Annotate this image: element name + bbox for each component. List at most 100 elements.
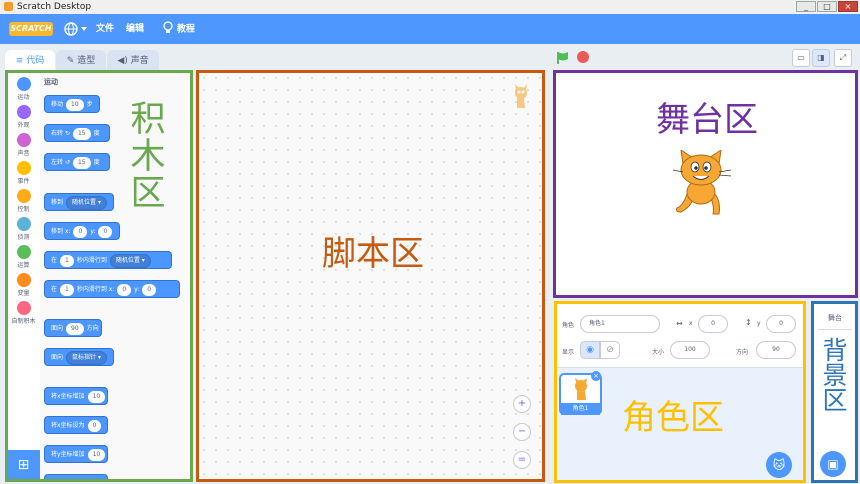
language-menu[interactable] [64, 21, 88, 40]
script-area[interactable]: + − = [198, 72, 543, 480]
close-button[interactable]: × [838, 1, 858, 12]
green-flag-icon [557, 52, 568, 64]
block-turn-right-input[interactable]: 15 [72, 127, 91, 140]
zoom-out-button[interactable]: − [513, 423, 531, 441]
add-sprite-button[interactable]: 🐱 [766, 452, 792, 478]
normal-stage-icon: ◨ [817, 53, 825, 62]
block-point-towards[interactable]: 面向 鼠标指针 ▾ [44, 348, 114, 366]
sprite-thumbnail-icon [515, 84, 527, 108]
script-area-annotation: 脚本区 [322, 234, 424, 274]
sprite-thumbnail-icon [575, 378, 587, 400]
tutorials-menu[interactable]: 教程 [162, 21, 195, 35]
extension-icon: ⊞ [17, 457, 30, 473]
y-label: y [757, 320, 761, 327]
category-control[interactable]: 控制 [7, 189, 40, 213]
tab-code[interactable]: ≡ 代码 [5, 50, 55, 72]
category-variables[interactable]: 变量 [7, 273, 40, 297]
sprite-tile[interactable]: 角色1 × [559, 371, 602, 415]
category-operators[interactable]: 运算 [7, 245, 40, 269]
minimize-button[interactable]: _ [796, 1, 816, 12]
block-move-input[interactable]: 10 [66, 98, 84, 111]
delete-sprite-button[interactable]: × [591, 371, 601, 381]
block-point-direction-input[interactable]: 90 [66, 322, 84, 335]
close-icon: × [593, 372, 599, 380]
sprite-name-input[interactable]: 角色1 [580, 315, 660, 333]
rotate-left-icon: ↺ [64, 159, 70, 166]
block-goto-y-input[interactable]: 0 [98, 225, 113, 238]
menu-bar: SCRATCH 文件 编辑 教程 [0, 14, 860, 44]
stop-button[interactable] [577, 51, 589, 63]
stage-area-annotation: 舞台区 [656, 100, 758, 140]
lightbulb-icon [163, 21, 173, 33]
block-glide-x-input[interactable]: 0 [117, 283, 132, 296]
block-glide-secs-input[interactable]: 1 [60, 254, 74, 267]
category-sensing[interactable]: 侦测 [7, 217, 40, 241]
y-input[interactable]: 0 [766, 315, 796, 333]
edit-menu[interactable]: 编辑 [126, 22, 144, 36]
tab-sounds[interactable]: ◀) 声音 [107, 50, 159, 72]
tab-sounds-label: 声音 [130, 56, 149, 66]
category-looks[interactable]: 外观 [7, 105, 40, 129]
x-input[interactable]: 0 [698, 315, 728, 333]
category-events[interactable]: 事件 [7, 161, 40, 185]
tab-costumes[interactable]: ✎ 造型 [56, 50, 106, 72]
block-turn-right[interactable]: 右转 ↻ 15 度 [44, 124, 110, 142]
block-goto[interactable]: 移到 随机位置 ▾ [44, 193, 114, 211]
size-input[interactable]: 100 [670, 341, 710, 359]
zoom-reset-icon: = [517, 454, 527, 465]
block-change-x[interactable]: 将x坐标增加 10 [44, 387, 108, 405]
block-turn-left-input[interactable]: 15 [72, 156, 91, 169]
category-motion[interactable]: 运动 [7, 77, 40, 101]
sprite-area-annotation: 角色区 [622, 398, 724, 438]
image-add-icon: ▣ [827, 457, 839, 471]
eye-icon: ◉ [586, 345, 594, 355]
globe-icon [64, 22, 87, 36]
small-stage-icon: ▭ [797, 53, 805, 62]
maximize-button[interactable]: □ [817, 1, 837, 12]
block-point-towards-dropdown[interactable]: 鼠标指针 ▾ [66, 350, 107, 365]
add-extension-button[interactable]: ⊞ [7, 450, 40, 480]
block-set-x[interactable]: 将x坐标设为 0 [44, 416, 108, 434]
block-glide-xy-secs-input[interactable]: 1 [60, 283, 74, 296]
cat-sprite[interactable] [673, 150, 735, 220]
green-flag-button[interactable] [556, 50, 570, 69]
small-stage-button[interactable]: ▭ [792, 49, 810, 67]
block-change-y-input[interactable]: 10 [87, 448, 106, 461]
block-move[interactable]: 移动 10 步 [44, 95, 100, 113]
block-goto-xy[interactable]: 移到 x: 0 y: 0 [44, 222, 120, 240]
category-sound[interactable]: 声音 [7, 133, 40, 157]
cat-add-icon: 🐱 [772, 458, 786, 472]
palette-section-title: 运动 [44, 78, 58, 86]
block-change-y[interactable]: 将y坐标增加 10 [44, 445, 108, 463]
block-change-x-input[interactable]: 10 [87, 390, 106, 403]
zoom-out-icon: − [517, 426, 527, 437]
zoom-in-button[interactable]: + [513, 395, 531, 413]
fullscreen-button[interactable]: ⤢ [834, 49, 852, 67]
block-goto-dropdown[interactable]: 随机位置 ▾ [66, 195, 107, 210]
add-backdrop-button[interactable]: ▣ [820, 451, 846, 477]
show-hidden-button[interactable]: ⊘ [600, 341, 620, 359]
block-glide-y-input[interactable]: 0 [142, 283, 157, 296]
size-label: 大小 [652, 349, 665, 356]
block-point-direction[interactable]: 面向 90 方向 [44, 319, 102, 337]
category-my-blocks[interactable]: 自制积木 [7, 301, 40, 325]
show-visible-button[interactable]: ◉ [580, 341, 600, 359]
block-goto-x-input[interactable]: 0 [73, 225, 88, 238]
file-menu[interactable]: 文件 [96, 22, 114, 36]
block-turn-left[interactable]: 左转 ↺ 15 度 [44, 153, 110, 171]
block-glide-dropdown[interactable]: 随机位置 ▾ [109, 253, 151, 268]
category-menu: 运动 外观 声音 事件 控制 侦测 运算 变量 自制积木 [7, 72, 41, 480]
scratch-logo[interactable]: SCRATCH [9, 22, 53, 36]
y-axis-icon: ↕ [745, 318, 752, 327]
normal-stage-button[interactable]: ◨ [812, 49, 830, 67]
app-icon [4, 2, 13, 11]
direction-input[interactable]: 90 [756, 341, 796, 359]
block-glide-xy[interactable]: 在 1 秒内滑行到 x: 0 y: 0 [44, 280, 180, 298]
block-glide-to[interactable]: 在 1 秒内滑行到 随机位置 ▾ [44, 251, 172, 269]
zoom-reset-button[interactable]: = [513, 451, 531, 469]
window-title-bar: Scratch Desktop _ □ × [0, 0, 860, 15]
block-set-x-input[interactable]: 0 [87, 419, 102, 432]
tutorials-label: 教程 [176, 24, 195, 35]
fullscreen-icon: ⤢ [839, 53, 847, 62]
show-label: 显示 [562, 349, 575, 356]
